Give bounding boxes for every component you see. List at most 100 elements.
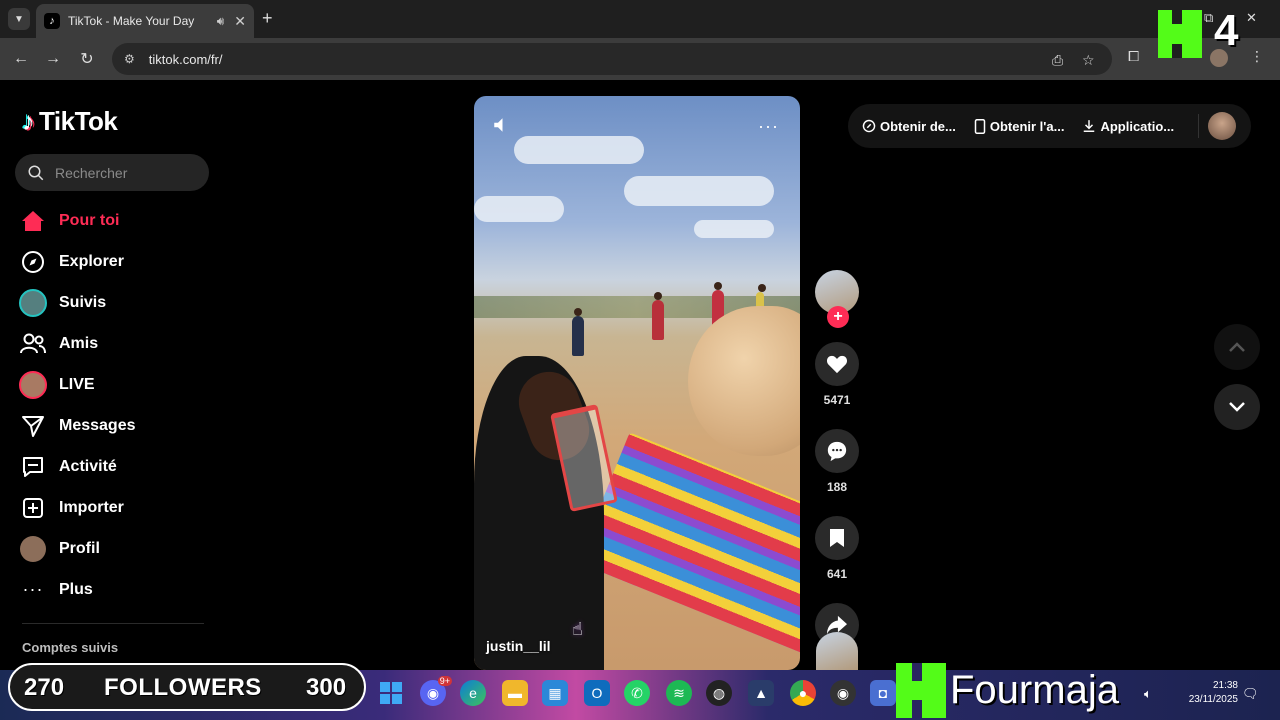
discord-icon[interactable]: ◉ 9+: [420, 676, 452, 706]
sidebar-item-label: Profil: [59, 539, 100, 557]
sidebar-item-plus[interactable]: ··· Plus: [18, 569, 218, 610]
download-icon: [1084, 120, 1095, 132]
followers-start-count: 270: [24, 674, 65, 701]
like-count: 5471: [823, 393, 851, 407]
sidebar-item-label: Messages: [59, 416, 136, 434]
next-video-button[interactable]: [1214, 384, 1260, 430]
photos-icon[interactable]: ▲: [748, 680, 774, 706]
sidebar-item-label: Amis: [59, 334, 99, 352]
application-label: Applicatio...: [1100, 118, 1175, 134]
send-icon: [18, 411, 48, 441]
bookmark-star-icon[interactable]: ☆: [1082, 52, 1095, 69]
windows-start-icon[interactable]: [378, 680, 404, 706]
sidebar-item-importer[interactable]: Importer: [18, 487, 218, 528]
get-app-link[interactable]: Obtenir l'a...: [974, 118, 1064, 134]
next-video-avatar[interactable]: [816, 632, 858, 670]
forward-arrow-icon[interactable]: →: [42, 48, 64, 70]
video-scene: [474, 196, 564, 222]
bookmark-icon[interactable]: [815, 516, 859, 560]
new-tab-button[interactable]: +: [262, 8, 273, 29]
sidebar-item-profil[interactable]: Profil: [18, 528, 218, 569]
notifications-icon[interactable]: 🗨︎: [1242, 686, 1259, 702]
followers-goal-bar: 270 FOLLOWERS 300: [8, 663, 366, 711]
more-options-icon[interactable]: ···: [758, 116, 779, 137]
outlook-icon[interactable]: O: [584, 680, 610, 706]
spotify-icon[interactable]: ≋: [666, 680, 692, 706]
following-avatar: [18, 288, 48, 318]
video-player[interactable]: ··· ☝︎ justin__lil: [474, 96, 800, 670]
whatsapp-icon[interactable]: ✆: [624, 680, 650, 706]
sidebar-item-label: LIVE: [59, 375, 95, 393]
sidebar-item-suivis[interactable]: Suivis: [18, 282, 218, 323]
app-icon[interactable]: ◘: [870, 680, 896, 706]
live-avatar: [18, 370, 48, 400]
followers-label: FOLLOWERS: [104, 674, 262, 701]
tab-title: TikTok - Make Your Day: [68, 14, 195, 28]
get-coins-link[interactable]: Obtenir de...: [862, 119, 956, 134]
comment-icon[interactable]: [815, 429, 859, 473]
browser-tab[interactable]: ♪ TikTok - Make Your Day 🔊︎ ✕: [36, 4, 254, 38]
clock-time: 21:38: [1212, 680, 1238, 691]
friends-icon: [18, 329, 48, 359]
discord-badge: 9+: [437, 676, 452, 686]
tab-search-button[interactable]: ▼: [8, 8, 30, 30]
browser-toolbar: ← → ↻ ⚙︎ tiktok.com/fr/ ⎙ ☆: [0, 38, 1280, 80]
video-scene: [652, 292, 664, 340]
sidebar-item-activite[interactable]: Activité: [18, 446, 218, 487]
save-action[interactable]: 641: [814, 516, 860, 581]
recording-app-icon[interactable]: ◉: [830, 680, 856, 706]
close-tab-icon[interactable]: ✕: [234, 13, 246, 30]
application-link[interactable]: Applicatio...: [1082, 119, 1174, 134]
edge-icon[interactable]: e: [460, 680, 486, 706]
phone-icon: [974, 118, 986, 134]
header-divider: [1198, 114, 1199, 138]
user-avatar[interactable]: [1208, 112, 1236, 140]
sidebar-item-amis[interactable]: Amis: [18, 323, 218, 364]
volume-tray-icon[interactable]: 🔈︎: [1144, 686, 1152, 702]
follow-plus-icon[interactable]: +: [827, 306, 849, 328]
video-scene: [572, 308, 584, 356]
chevron-up-icon: [1229, 342, 1245, 352]
comment-count: 188: [826, 480, 848, 494]
like-action[interactable]: 5471: [814, 342, 860, 407]
extensions-icon[interactable]: ⧠: [1128, 48, 1139, 65]
home-icon: [18, 206, 48, 236]
system-clock[interactable]: 21:38 23/11/2025: [1174, 679, 1238, 707]
tiktok-logo[interactable]: ♪ TikTok: [22, 106, 118, 137]
reload-icon[interactable]: ↻: [76, 48, 98, 70]
sidebar-item-label: Suivis: [59, 293, 107, 311]
clock-date: 23/11/2025: [1188, 694, 1238, 705]
restore-window-icon[interactable]: ⧉: [1204, 10, 1213, 26]
search-input[interactable]: [55, 164, 195, 181]
store-icon[interactable]: ▦: [542, 680, 568, 706]
volume-icon[interactable]: [492, 116, 510, 134]
sidebar-item-messages[interactable]: Messages: [18, 405, 218, 446]
chrome-icon[interactable]: ●: [790, 680, 816, 706]
heart-icon[interactable]: [815, 342, 859, 386]
browser-menu-icon[interactable]: ⋮: [1250, 48, 1264, 65]
sidebar-item-pour-toi[interactable]: Pour toi: [18, 200, 218, 241]
sidebar-item-label: Plus: [59, 580, 93, 598]
save-count: 641: [826, 567, 848, 581]
obs-icon[interactable]: ◍: [706, 680, 732, 706]
creator-avatar[interactable]: +: [815, 270, 859, 328]
back-arrow-icon[interactable]: ←: [10, 48, 32, 70]
url-text[interactable]: tiktok.com/fr/: [149, 52, 223, 67]
file-explorer-icon[interactable]: ▬: [502, 680, 528, 706]
video-author[interactable]: justin__lil: [486, 638, 551, 654]
sidebar-item-live[interactable]: LIVE: [18, 364, 218, 405]
previous-video-button[interactable]: [1214, 324, 1260, 370]
sidebar-item-label: Pour toi: [59, 211, 120, 229]
video-actions: + 5471 188 641 367: [814, 270, 860, 668]
sidebar-item-explorer[interactable]: Explorer: [18, 241, 218, 282]
address-bar[interactable]: ⚙︎ tiktok.com/fr/ ⎙ ☆: [112, 43, 1112, 75]
close-window-icon[interactable]: ✕: [1246, 10, 1257, 26]
kick-brand-icon: [896, 663, 946, 718]
profile-avatar: [18, 534, 48, 564]
video-scene: [577, 432, 800, 660]
search-box[interactable]: [15, 154, 209, 191]
comment-action[interactable]: 188: [814, 429, 860, 494]
speaker-icon[interactable]: 🔊︎: [217, 14, 225, 29]
site-settings-icon[interactable]: ⚙︎: [124, 52, 135, 66]
install-app-icon[interactable]: ⎙: [1052, 52, 1063, 69]
